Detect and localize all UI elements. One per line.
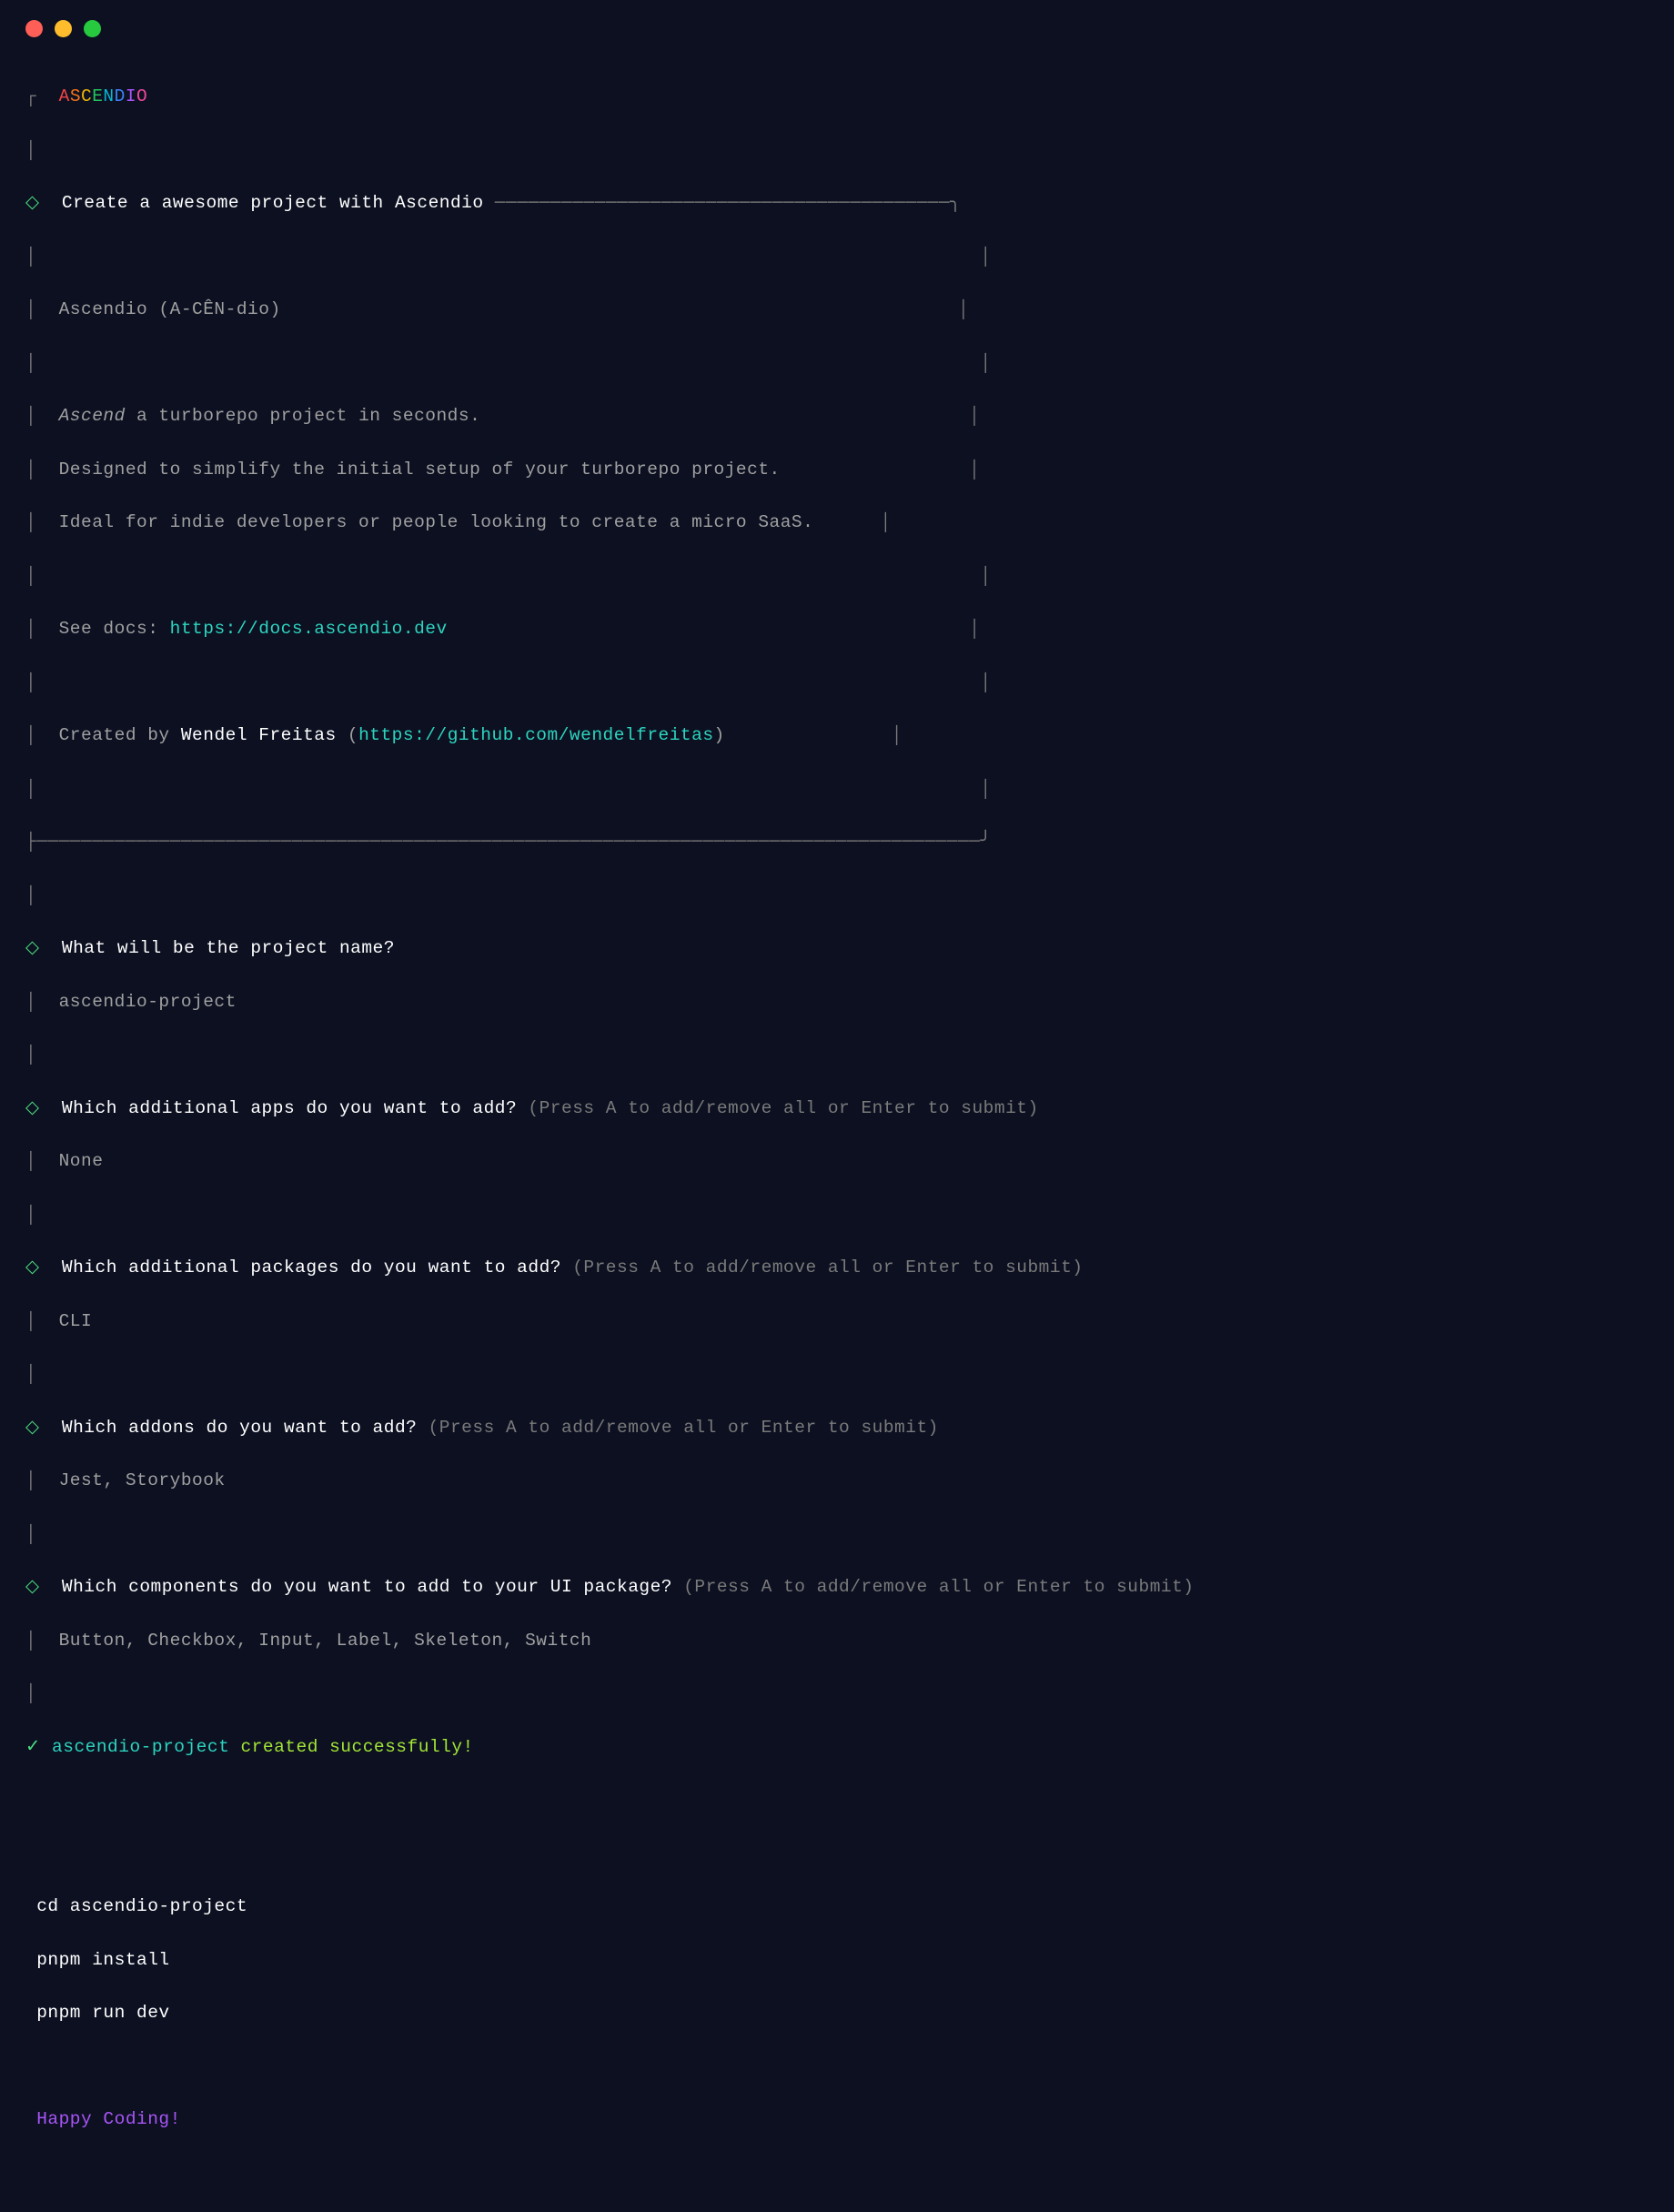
prompt-apps-answer: None <box>59 1151 104 1171</box>
check-icon: ✓ <box>25 1737 41 1757</box>
created-by-label: Created by <box>59 725 181 745</box>
prompt-packages-answer: CLI <box>59 1311 93 1331</box>
prompt-apps-hint: (Press A to add/remove all or Enter to s… <box>517 1098 1039 1118</box>
happy-coding: Happy Coding! <box>25 2106 1649 2133</box>
ascendio-logo: ASCENDIO <box>59 86 148 106</box>
desc-line3: Ideal for indie developers or people loo… <box>59 512 814 532</box>
prompt-project-name-answer: ascendio-project <box>59 992 237 1012</box>
prompt-components-answer: Button, Checkbox, Input, Label, Skeleton… <box>59 1631 592 1651</box>
close-icon[interactable] <box>25 20 43 37</box>
desc-ascend: Ascend <box>59 406 126 426</box>
docs-link[interactable]: https://docs.ascendio.dev <box>170 619 448 639</box>
prompt-addons-answer: Jest, Storybook <box>59 1470 226 1490</box>
titlebar <box>0 0 1674 48</box>
header-title: Create a awesome project with Ascendio <box>62 193 484 213</box>
desc-line2: Designed to simplify the initial setup o… <box>59 460 781 480</box>
author-name: Wendel Freitas <box>181 725 337 745</box>
pronunciation: Ascendio (A-CÊN-dio) <box>59 299 281 319</box>
prompt-packages-question: Which additional packages do you want to… <box>62 1258 561 1278</box>
prompt-addons-question: Which addons do you want to add? <box>62 1418 417 1438</box>
prompt-addons-hint: (Press A to add/remove all or Enter to s… <box>417 1418 939 1438</box>
success-project: ascendio-project <box>52 1737 229 1757</box>
cmd-install: pnpm install <box>25 1947 1649 1974</box>
success-message: created successfully! <box>229 1737 473 1757</box>
prompt-apps-question: Which additional apps do you want to add… <box>62 1098 517 1118</box>
minimize-icon[interactable] <box>55 20 72 37</box>
prompt-project-name-question: What will be the project name? <box>62 938 395 958</box>
terminal-output: ┌ ASCENDIO │ ◇ Create a awesome project … <box>0 48 1674 2212</box>
maximize-icon[interactable] <box>84 20 101 37</box>
cmd-cd: cd ascendio-project <box>25 1894 1649 1920</box>
prompt-components-question: Which components do you want to add to y… <box>62 1577 672 1597</box>
cmd-dev: pnpm run dev <box>25 2000 1649 2026</box>
prompt-components-hint: (Press A to add/remove all or Enter to s… <box>672 1577 1195 1597</box>
docs-label: See docs: <box>59 619 170 639</box>
author-link[interactable]: https://github.com/wendelfreitas <box>358 725 713 745</box>
terminal-window: ┌ ASCENDIO │ ◇ Create a awesome project … <box>0 0 1674 1456</box>
prompt-packages-hint: (Press A to add/remove all or Enter to s… <box>561 1258 1084 1278</box>
